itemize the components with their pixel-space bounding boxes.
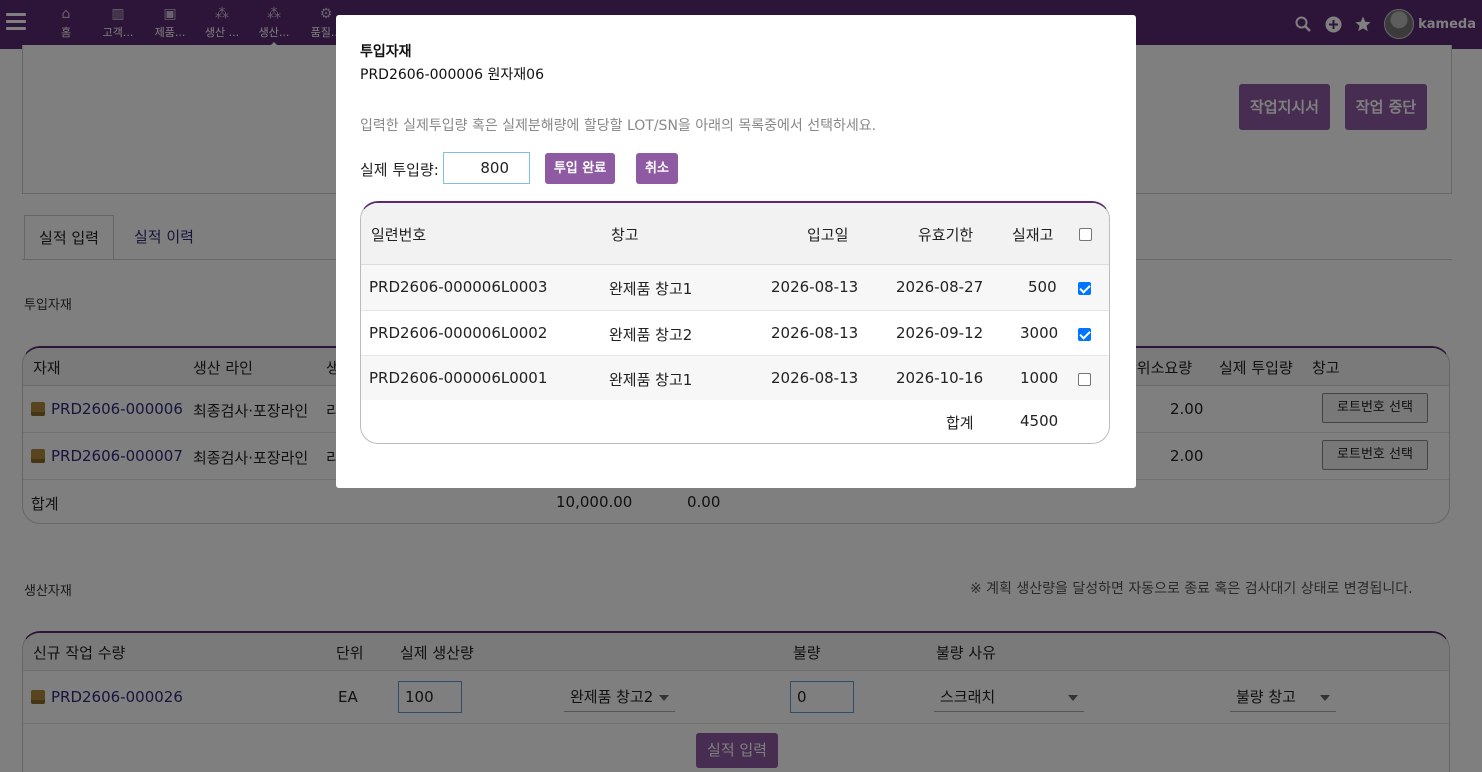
serial-value: PRD2606-000006L0003: [369, 278, 548, 296]
serial-value: PRD2606-000006L0001: [369, 369, 548, 387]
lot-row[interactable]: PRD2606-000006L0001 완제품 창고1 2026-08-13 2…: [361, 355, 1109, 400]
total-label: 합계: [946, 414, 974, 432]
lot-table: 일련번호 창고 입고일 유효기한 실재고 PRD2606-000006L0003…: [360, 201, 1110, 444]
warehouse-value: 완제품 창고2: [609, 326, 693, 344]
stock-value: 3000: [1020, 324, 1059, 342]
lot-table-header: [361, 203, 1109, 265]
input-complete-button[interactable]: 투입 완료: [545, 153, 615, 184]
expiry-value: 2026-08-27: [896, 278, 984, 296]
in-date-value: 2026-08-13: [771, 324, 859, 342]
total-value: 4500: [1020, 412, 1059, 430]
stock-value: 500: [1028, 278, 1057, 296]
lot-checkbox[interactable]: [1078, 328, 1091, 341]
stock-value: 1000: [1020, 369, 1059, 387]
lot-checkbox[interactable]: [1078, 373, 1091, 386]
lot-row[interactable]: PRD2606-000006L0003 완제품 창고1 2026-08-13 2…: [361, 265, 1109, 310]
expiry-value: 2026-10-16: [896, 369, 984, 387]
col-serial: 일련번호: [371, 226, 427, 244]
expiry-value: 2026-09-12: [896, 324, 984, 342]
lot-checkbox[interactable]: [1078, 282, 1091, 295]
cancel-button[interactable]: 취소: [636, 153, 678, 184]
in-date-value: 2026-08-13: [771, 278, 859, 296]
actual-input-label: 실제 투입량:: [360, 161, 439, 179]
in-date-value: 2026-08-13: [771, 369, 859, 387]
dialog-title: 투입자재: [360, 44, 412, 60]
serial-value: PRD2606-000006L0002: [369, 324, 548, 342]
col-expiry: 유효기한: [918, 226, 974, 244]
dialog-subtitle: PRD2606-000006 원자재06: [360, 67, 544, 83]
modal-overlay[interactable]: 투입자재 PRD2606-000006 원자재06 입력한 실제투입량 혹은 실…: [0, 0, 1482, 772]
actual-input-field[interactable]: 800: [443, 152, 530, 184]
lot-select-dialog: 투입자재 PRD2606-000006 원자재06 입력한 실제투입량 혹은 실…: [336, 15, 1136, 488]
select-all-checkbox[interactable]: [1079, 228, 1092, 241]
col-warehouse: 창고: [611, 226, 639, 244]
lot-row[interactable]: PRD2606-000006L0002 완제품 창고2 2026-08-13 2…: [361, 310, 1109, 355]
col-stock: 실재고: [1012, 226, 1054, 244]
warehouse-value: 완제품 창고1: [609, 280, 693, 298]
col-in-date: 입고일: [807, 226, 849, 244]
warehouse-value: 완제품 창고1: [609, 371, 693, 389]
dialog-instruction: 입력한 실제투입량 혹은 실제분해량에 할당할 LOT/SN을 아래의 목록중에…: [360, 118, 877, 134]
